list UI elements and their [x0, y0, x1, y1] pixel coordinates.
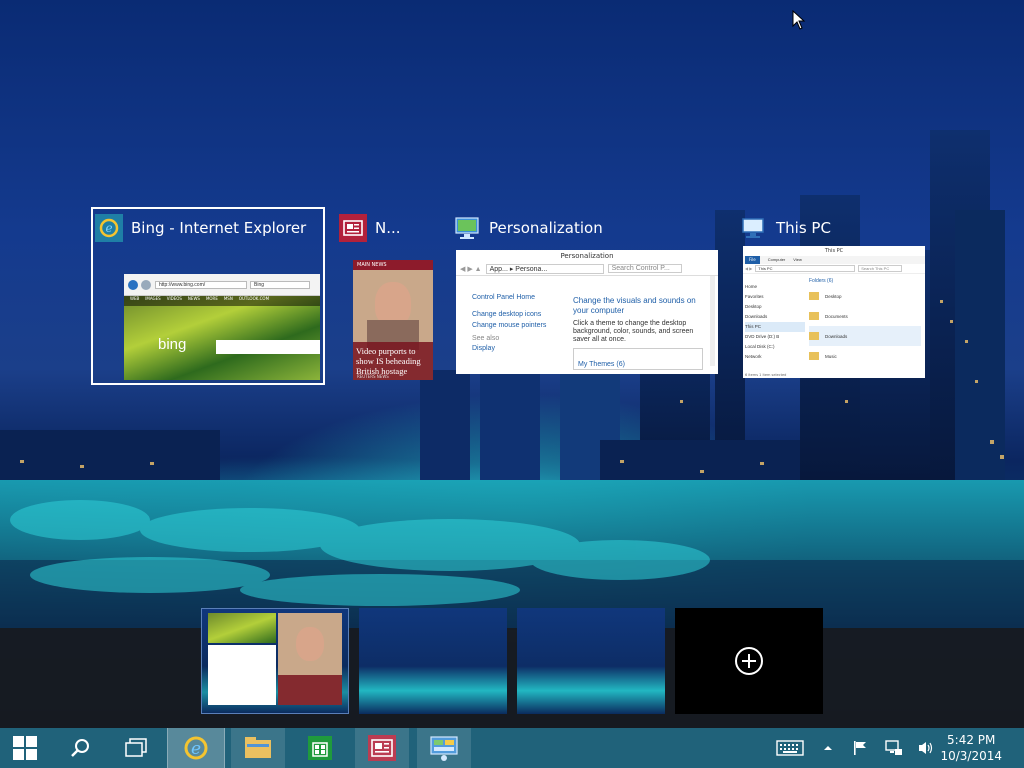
personalization-icon: [453, 214, 481, 242]
taskbar-news[interactable]: [353, 728, 411, 768]
clock-date: 10/3/2014: [940, 749, 1002, 763]
clock-time: 5:42 PM: [947, 733, 996, 747]
desktop-thumbnail-1[interactable]: [201, 608, 349, 714]
folder-icon: [809, 332, 819, 340]
chevron-up-icon[interactable]: [818, 738, 838, 758]
window-this-pc[interactable]: This PC This PC File Computer View ◀ ▶ T…: [740, 210, 930, 382]
bing-search-box: [216, 340, 320, 354]
scrollbar[interactable]: [710, 276, 715, 366]
personalization-thumbnail[interactable]: Personalization ◀ ▶ ▲ App... ▸ Persona..…: [456, 250, 718, 374]
window-title-news: N...: [339, 210, 401, 246]
action-center-flag-icon[interactable]: [850, 738, 870, 758]
store-icon: [308, 736, 332, 760]
new-desktop-button[interactable]: [675, 608, 823, 714]
news-icon: [368, 735, 396, 761]
folder-icon: [809, 292, 819, 300]
search-button[interactable]: [58, 728, 102, 768]
folder-icon: [245, 737, 271, 758]
news-thumbnail[interactable]: MAIN NEWS Video purports to show IS behe…: [353, 260, 433, 380]
svg-text:e: e: [105, 221, 112, 235]
taskbar-ie[interactable]: e: [167, 728, 225, 768]
taskbar-clock[interactable]: 5:42 PM 10/3/2014: [940, 732, 1002, 764]
touch-keyboard-icon[interactable]: [776, 738, 804, 758]
bing-logo: bing: [158, 336, 187, 353]
window-news[interactable]: N... MAIN NEWS Video purports to show IS…: [339, 210, 439, 382]
svg-text:e: e: [191, 739, 201, 759]
window-title-text: Bing - Internet Explorer: [131, 219, 307, 237]
taskbar-file-explorer[interactable]: [229, 728, 287, 768]
news-icon: [339, 214, 367, 242]
this-pc-thumbnail[interactable]: This PC File Computer View ◀ ▶ This PC S…: [743, 246, 925, 378]
task-view-icon: [125, 738, 147, 757]
taskbar: e 5:42 PM 10/3/2014: [0, 728, 1024, 768]
start-button[interactable]: [0, 728, 50, 768]
volume-icon[interactable]: [916, 738, 936, 758]
taskbar-store[interactable]: [291, 728, 349, 768]
ie-thumbnail[interactable]: http://www.bing.com/ Bing WEB IMAGES VID…: [124, 274, 320, 380]
window-title-this-pc: This PC: [740, 210, 831, 246]
folder-icon: [809, 352, 819, 360]
desktop-thumbnail-3[interactable]: [517, 608, 665, 714]
network-icon[interactable]: [884, 738, 904, 758]
mouse-cursor-icon: [792, 10, 806, 30]
ie-icon: e: [184, 736, 208, 760]
search-icon: [71, 739, 89, 757]
window-title-personalization: Personalization: [453, 210, 603, 246]
window-ie[interactable]: e Bing - Internet Explorer http://www.bi…: [95, 210, 323, 382]
folder-icon: [809, 312, 819, 320]
window-personalization[interactable]: Personalization Personalization ◀ ▶ ▲ Ap…: [453, 210, 718, 382]
desktop-thumbnail-2[interactable]: [359, 608, 507, 714]
window-title-ie: e Bing - Internet Explorer: [95, 210, 306, 246]
virtual-desktops-strip: [0, 628, 1024, 728]
taskbar-control-panel[interactable]: [415, 728, 473, 768]
control-panel-icon: [430, 736, 458, 761]
add-icon: [735, 647, 763, 675]
task-view-button[interactable]: [114, 728, 158, 768]
windows-logo-icon: [13, 736, 37, 760]
this-pc-icon: [740, 214, 768, 242]
ie-icon: e: [95, 214, 123, 242]
